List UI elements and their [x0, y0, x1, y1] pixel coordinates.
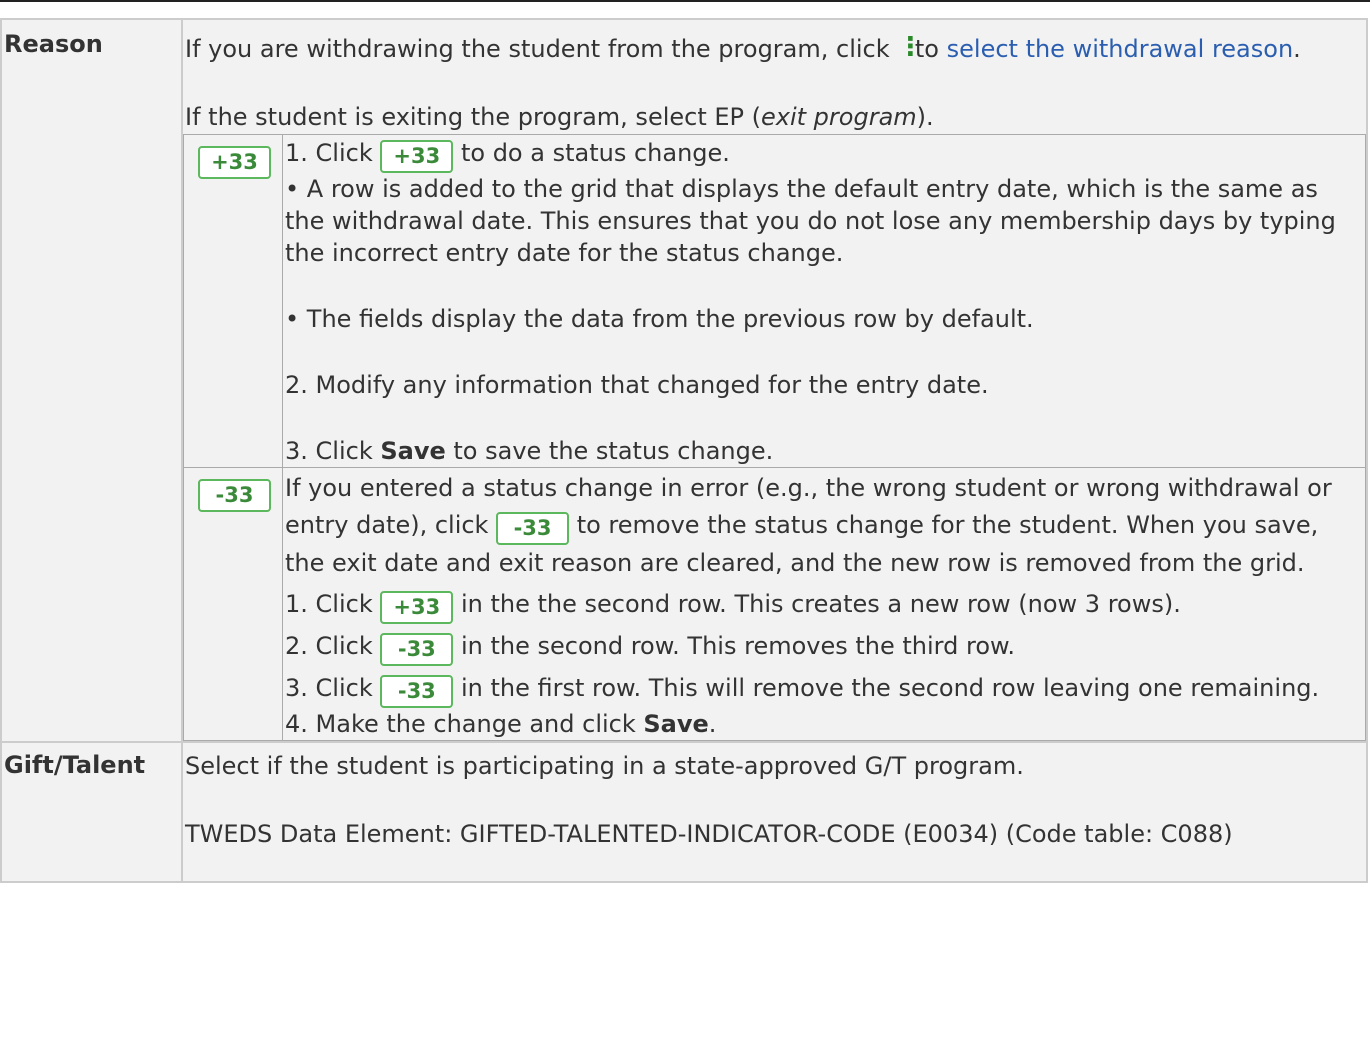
top-rule — [0, 0, 1370, 2]
remove-row: -33 If you entered a status change in er… — [183, 467, 1366, 741]
remove-step4: 4. Make the change and click Save. — [285, 710, 717, 738]
remove-step3: 3. Click -33 in the first row. This will… — [283, 670, 1365, 708]
field-table: Reason If you are withdrawing the studen… — [0, 18, 1368, 883]
add-bullet2: • The fields display the data from the p… — [285, 305, 1034, 333]
add-step1: 1. Click +33 to do a status change. — [283, 137, 1365, 173]
remove-status-button-inline: -33 — [380, 633, 454, 666]
remove-step2: 2. Click -33 in the second row. This rem… — [283, 628, 1365, 666]
add-status-button-inline: +33 — [380, 591, 454, 624]
gift-line2: TWEDS Data Element: GIFTED-TALENTED-INDI… — [185, 820, 1233, 848]
button-table: +33 1. Click +33 to do a status change. … — [183, 134, 1366, 741]
remove-intro: If you entered a status change in error … — [285, 474, 1332, 577]
remove-status-button-inline: -33 — [496, 512, 570, 545]
add-status-button-inline: +33 — [380, 140, 454, 173]
remove-step1: 1. Click +33 in the the second row. This… — [283, 586, 1365, 624]
reason-label: Reason — [0, 18, 183, 743]
add-bullet1: • A row is added to the grid that displa… — [285, 175, 1336, 267]
remove-status-button[interactable]: -33 — [198, 479, 271, 512]
add-status-button[interactable]: +33 — [198, 146, 271, 179]
add-row: +33 1. Click +33 to do a status change. … — [183, 134, 1366, 468]
remove-status-button-inline: -33 — [380, 675, 454, 708]
reason-intro: If you are withdrawing the student from … — [185, 32, 1301, 63]
gift-label: Gift/Talent — [0, 741, 183, 883]
gift-line1: Select if the student is participating i… — [185, 752, 1024, 780]
gift-row: Gift/Talent Select if the student is par… — [0, 741, 1368, 883]
reason-description: If you are withdrawing the student from … — [181, 18, 1368, 743]
withdrawal-reason-link[interactable]: select the withdrawal reason — [947, 35, 1294, 63]
add-step3: 3. Click Save to save the status change. — [285, 437, 774, 465]
reason-row: Reason If you are withdrawing the studen… — [0, 18, 1368, 743]
more-vertical-icon: ⋮ — [897, 32, 924, 62]
gift-description: Select if the student is participating i… — [181, 741, 1368, 883]
reason-exit-note: If the student is exiting the program, s… — [185, 103, 934, 131]
add-step2: 2. Modify any information that changed f… — [285, 371, 989, 399]
